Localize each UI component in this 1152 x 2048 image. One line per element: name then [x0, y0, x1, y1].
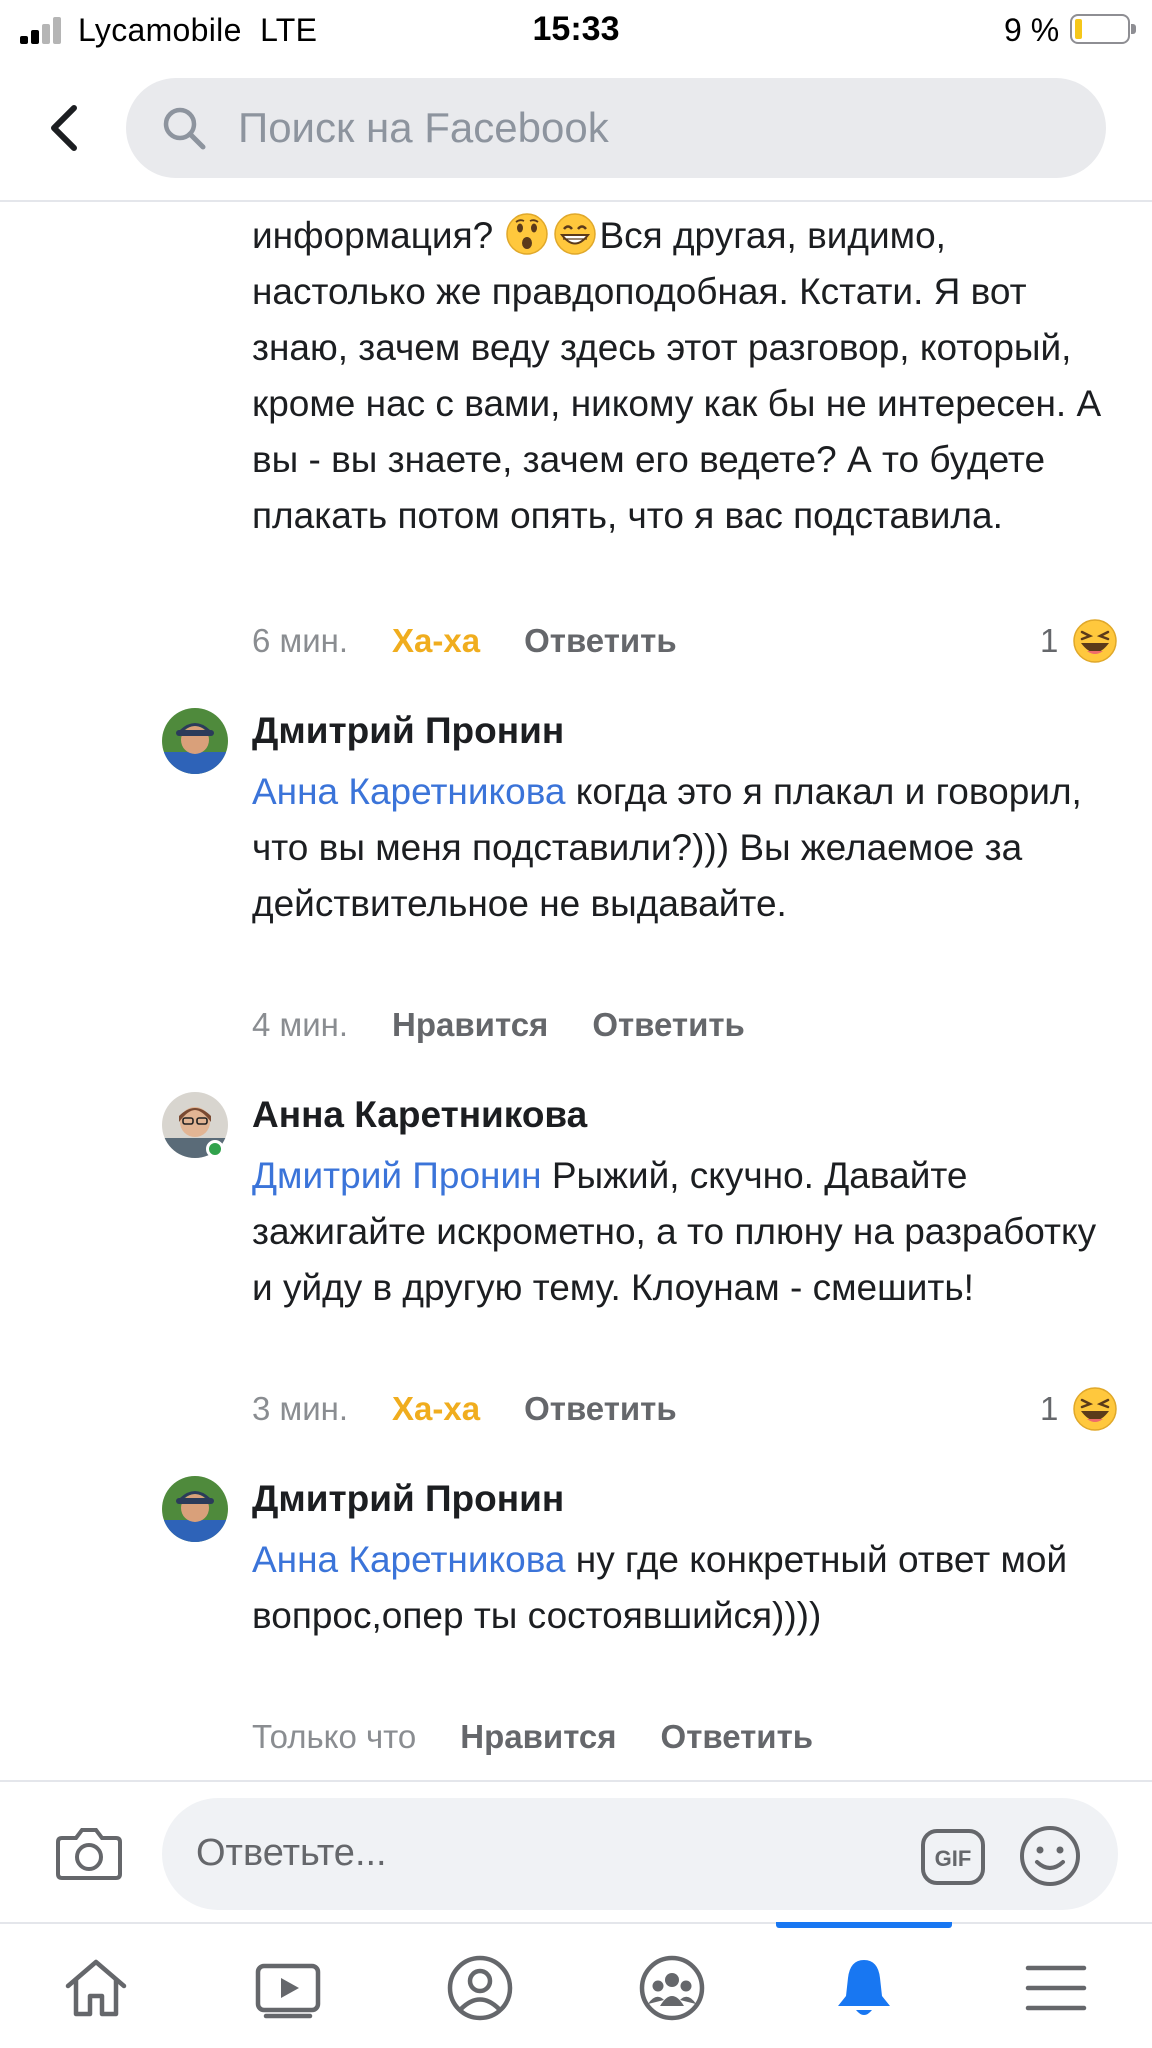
reply-button[interactable]: Ответить — [524, 1390, 677, 1427]
comment-body: информация? Вся другая, видимо, настольк… — [252, 208, 1122, 544]
haha-reaction-button[interactable]: Ха-ха — [392, 1390, 480, 1427]
comment-timestamp: 4 мин. — [252, 1006, 349, 1043]
astonished-face-emoji-icon — [506, 213, 549, 255]
comment-author[interactable]: Анна Каретникова — [252, 1094, 587, 1136]
reply-button[interactable]: Ответить — [524, 622, 677, 659]
avatar-photo — [162, 708, 228, 774]
gif-icon[interactable]: GIF — [920, 1828, 986, 1886]
reply-button[interactable]: Ответить — [661, 1718, 814, 1755]
mention-link[interactable]: Анна Каретникова — [252, 771, 566, 812]
comment-body: Анна Каретникова ну где конкретный ответ… — [252, 1539, 1068, 1636]
search-icon — [163, 107, 206, 150]
reply-bar: Ответьте... GIF — [0, 1780, 1152, 1922]
battery-percent: 9 % — [1004, 12, 1060, 48]
comment-meta: 6 мин. Ха-ха Ответить — [252, 622, 677, 660]
status-bar: Lycamobile LTE 15:33 9 % — [0, 0, 1152, 62]
haha-reaction-button[interactable]: Ха-ха — [392, 622, 480, 659]
chevron-left-icon — [51, 105, 77, 151]
profile-icon[interactable] — [444, 1952, 516, 2024]
mention-link[interactable]: Дмитрий Пронин — [252, 1155, 542, 1196]
comment-author[interactable]: Дмитрий Пронин — [252, 710, 564, 752]
comment-timestamp: 3 мин. — [252, 1390, 349, 1427]
clock: 15:33 — [532, 10, 620, 48]
avatar[interactable] — [162, 1476, 228, 1542]
reaction-count[interactable]: 1 — [1040, 1390, 1058, 1428]
active-tab-indicator — [776, 1922, 952, 1928]
laughing-reaction-icon — [1073, 619, 1117, 663]
like-button[interactable]: Нравится — [392, 1006, 548, 1043]
search-header: Поиск на Facebook — [0, 62, 1152, 202]
online-status-indicator — [206, 1140, 224, 1158]
comment-meta: 4 мин. Нравится Ответить — [252, 1006, 745, 1044]
reply-input[interactable]: Ответьте... GIF — [162, 1798, 1118, 1910]
comment-meta: Только что Нравится Ответить — [252, 1718, 813, 1756]
bottom-navigation — [0, 1922, 1152, 2048]
reply-button[interactable]: Ответить — [592, 1006, 745, 1043]
groups-icon[interactable] — [636, 1952, 708, 2024]
reaction-count[interactable]: 1 — [1040, 622, 1058, 660]
search-placeholder: Поиск на Facebook — [238, 104, 609, 151]
comment-author[interactable]: Дмитрий Пронин — [252, 1478, 564, 1520]
video-icon[interactable] — [252, 1952, 324, 2024]
battery-icon — [1070, 14, 1136, 44]
home-icon[interactable] — [60, 1952, 132, 2024]
comment-timestamp: Только что — [252, 1718, 417, 1755]
mention-link[interactable]: Анна Каретникова — [252, 1539, 566, 1580]
back-button[interactable] — [40, 98, 90, 158]
comment-meta: 3 мин. Ха-ха Ответить — [252, 1390, 677, 1428]
comment-body: Анна Каретникова когда это я плакал и го… — [252, 771, 1082, 924]
laughing-reaction-icon — [1073, 1387, 1117, 1431]
comment-timestamp: 6 мин. — [252, 622, 349, 659]
like-button[interactable]: Нравится — [460, 1718, 616, 1755]
grinning-face-emoji-icon — [554, 213, 597, 255]
reply-placeholder: Ответьте... — [196, 1832, 387, 1874]
camera-icon[interactable] — [54, 1822, 124, 1882]
avatar[interactable] — [162, 708, 228, 774]
comment-body: Дмитрий Пронин Рыжий, скучно. Давайте за… — [252, 1155, 1097, 1308]
emoji-picker-icon[interactable] — [1018, 1824, 1082, 1888]
avatar-photo — [162, 1476, 228, 1542]
notifications-icon[interactable] — [828, 1952, 900, 2024]
gif-label: GIF — [935, 1846, 972, 1871]
menu-icon[interactable] — [1020, 1952, 1092, 2024]
search-input[interactable]: Поиск на Facebook — [126, 78, 1106, 178]
